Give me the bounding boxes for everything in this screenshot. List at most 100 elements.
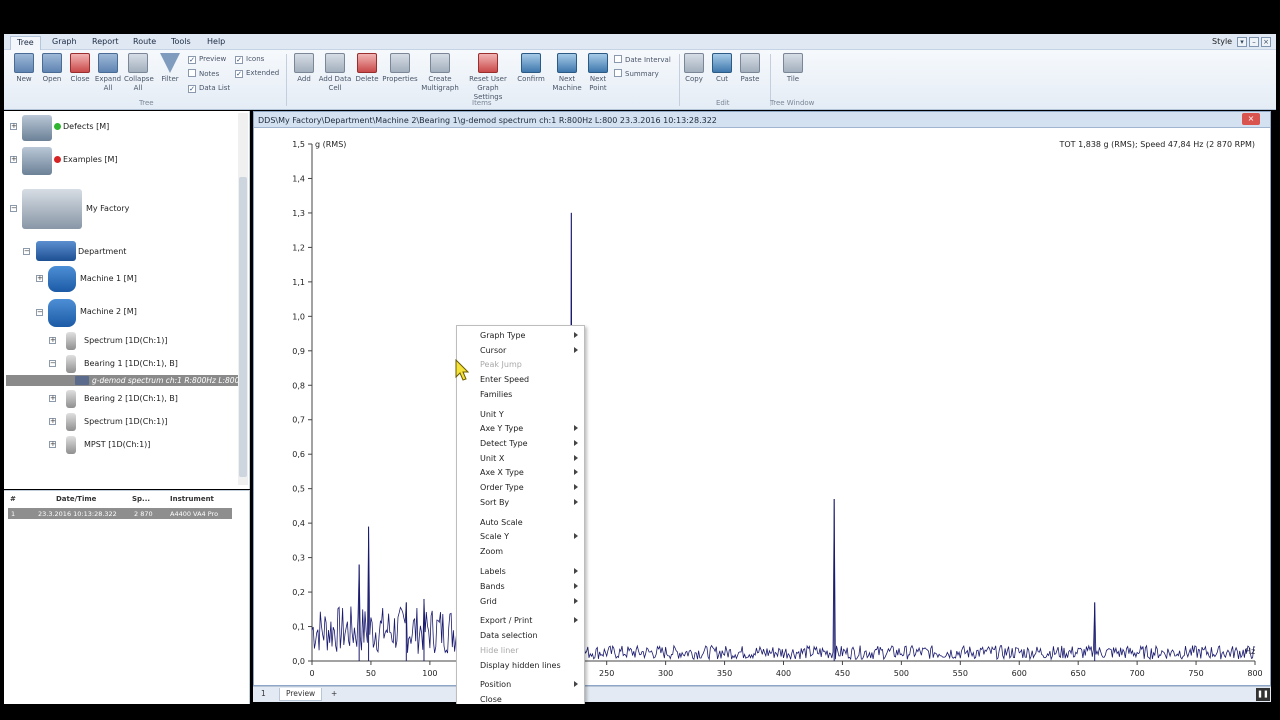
column-header-number[interactable]: # [10,495,16,503]
collapse-icon[interactable]: − [10,205,17,212]
delete-icon [357,53,377,73]
minimize-icon[interactable]: – [1249,37,1259,47]
tree-scrollbar[interactable] [238,113,248,485]
chart-close-icon[interactable]: × [1242,113,1260,125]
preview-checkbox[interactable]: ✓ Preview [188,55,226,64]
add-tab-button[interactable]: + [325,688,343,701]
tree-node-bearing-1[interactable]: Bearing 1 [1D(Ch:1), B] [84,359,178,373]
tree-node-defects[interactable]: Defects [M] [54,122,109,136]
tab-route[interactable]: Route [127,36,162,50]
menu-item-detect-type[interactable]: Detect Type [457,437,584,450]
style-menu[interactable]: Style [1212,37,1232,46]
delete-button[interactable]: Delete [353,53,381,84]
pause-icon[interactable]: ❚❚ [1256,688,1270,701]
paste-button[interactable]: Paste [736,53,764,84]
tab-tree[interactable]: Tree [10,36,41,50]
menu-item-scale-y[interactable]: Scale Y [457,530,584,543]
menu-item-unit-y[interactable]: Unit Y [457,408,584,421]
style-dropdown-icon[interactable]: ▾ [1237,37,1247,47]
tree-node-department[interactable]: Department [78,247,126,261]
new-button[interactable]: New [10,53,38,84]
tab-tools[interactable]: Tools [165,36,197,50]
menu-item-display-hidden-lines[interactable]: Display hidden lines [457,659,584,672]
expand-icon[interactable]: + [49,395,56,402]
menu-item-unit-x[interactable]: Unit X [457,452,584,465]
column-header-instrument[interactable]: Instrument [170,495,214,503]
filter-button[interactable]: Filter [156,53,184,84]
menu-item-zoom[interactable]: Zoom [457,545,584,558]
add-button[interactable]: Add [290,53,318,84]
expand-icon[interactable]: + [10,123,17,130]
spectrum-chart[interactable]: 0,0 0,1 0,2 0,3 0,4 0,5 0,6 0,7 0,8 0,9 1,0 1,1 1,2 1… [254,128,1270,686]
collapse-icon[interactable]: − [23,248,30,255]
icons-checkbox[interactable]: ✓ Icons [235,55,264,64]
tree-node-examples[interactable]: Examples [M] [54,155,118,169]
x-tick-label: 400 [776,669,791,678]
menu-item-labels[interactable]: Labels [457,565,584,578]
tree-node-spectrum[interactable]: Spectrum [1D(Ch:1)] [84,336,167,350]
tree-node-machine-2[interactable]: Machine 2 [M] [80,307,137,321]
tree-node-machine-1[interactable]: Machine 1 [M] [80,274,137,288]
menu-item-export-print[interactable]: Export / Print [457,614,584,627]
tree-node-bearing-2[interactable]: Bearing 2 [1D(Ch:1), B] [84,394,178,408]
next-point-button[interactable]: Next Point [584,53,612,93]
menu-item-order-type[interactable]: Order Type [457,481,584,494]
tab-graph-1[interactable]: 1 [255,688,272,701]
menu-item-cursor[interactable]: Cursor [457,344,584,357]
expand-all-button[interactable]: Expand All [94,53,122,93]
menu-item-axe-y-type[interactable]: Axe Y Type [457,422,584,435]
menu-item-position[interactable]: Position [457,678,584,691]
next-machine-button[interactable]: Next Machine [549,53,585,93]
collapse-icon[interactable]: − [36,309,43,316]
collapse-icon[interactable]: − [49,360,56,367]
tree-node-mpst[interactable]: MPST [1D(Ch:1)] [84,440,150,454]
cut-button[interactable]: Cut [708,53,736,84]
add-data-cell-button[interactable]: Add Data Cell [318,53,352,93]
tab-preview[interactable]: Preview [279,688,323,701]
menu-item-enter-speed[interactable]: Enter Speed [457,373,584,386]
scrollbar-thumb[interactable] [239,177,247,477]
expand-icon[interactable]: + [49,418,56,425]
add-icon [294,53,314,73]
data-list-checkbox[interactable]: ✓ Data List [188,84,230,93]
tab-report[interactable]: Report [86,36,125,50]
screen-border-top [0,0,1280,34]
menu-item-hide-liner: Hide liner [457,644,584,657]
y-tick-label: 0,5 [292,485,305,494]
confirm-button[interactable]: Confirm [516,53,546,84]
menu-item-grid[interactable]: Grid [457,595,584,608]
notes-checkbox[interactable]: Notes [188,69,219,78]
expand-icon[interactable]: + [10,156,17,163]
menu-item-data-selection[interactable]: Data selection [457,629,584,642]
menu-item-graph-type[interactable]: Graph Type [457,329,584,342]
column-header-datetime[interactable]: Date/Time [56,495,96,503]
create-multigraph-button[interactable]: Create Multigraph [420,53,460,93]
summary-checkbox[interactable]: Summary [614,69,659,78]
menu-item-axe-x-type[interactable]: Axe X Type [457,466,584,479]
expand-icon[interactable]: + [49,441,56,448]
menu-item-auto-scale[interactable]: Auto Scale [457,516,584,529]
expand-icon[interactable]: + [36,275,43,282]
copy-button[interactable]: Copy [680,53,708,84]
menu-item-families[interactable]: Families [457,388,584,401]
properties-button[interactable]: Properties [382,53,418,84]
column-header-speed[interactable]: Sp... [132,495,150,503]
date-interval-checkbox[interactable]: Date Interval [614,55,671,64]
close-button[interactable]: Close [66,53,94,84]
tree-node-g-demod-spectrum[interactable]: g-demod spectrum ch:1 R:800Hz L:800 [92,376,239,390]
table-row[interactable]: 1 23.3.2016 10:13:28.322 2 870 A4400 VA4… [8,508,232,519]
graph-context-menu: Graph Type Cursor Peak Jump Enter Speed Fami… [456,325,585,706]
expand-icon[interactable]: + [49,337,56,344]
tree-node-my-factory[interactable]: My Factory [86,204,129,218]
menu-item-sort-by[interactable]: Sort By [457,496,584,509]
tab-graph[interactable]: Graph [46,36,83,50]
collapse-all-button[interactable]: Collapse All [124,53,154,93]
close-window-icon[interactable]: × [1261,37,1271,47]
tile-button[interactable]: Tile [779,53,807,84]
reset-user-graph-settings-button[interactable]: Reset User Graph Settings [462,53,514,102]
tab-help[interactable]: Help [201,36,231,50]
extended-checkbox[interactable]: ✓ Extended [235,69,279,78]
menu-item-bands[interactable]: Bands [457,580,584,593]
open-button[interactable]: Open [38,53,66,84]
tree-node-spectrum-2[interactable]: Spectrum [1D(Ch:1)] [84,417,167,431]
